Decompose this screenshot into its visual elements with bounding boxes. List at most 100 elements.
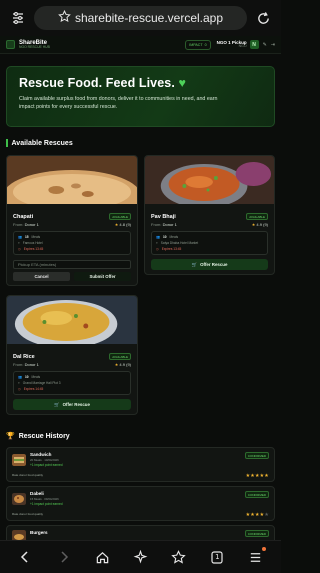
- people-icon: 👥: [156, 235, 160, 239]
- impact-points-text: +1 impact point earned: [30, 502, 63, 506]
- brand-tagline: NGO RESCUE HUB: [19, 44, 50, 49]
- quantity-unit: Meals: [31, 375, 41, 379]
- location-pin-icon: ⌖: [18, 241, 20, 245]
- expiry-row: ◷ Expires 13:45: [18, 246, 126, 252]
- cart-icon: 🛒: [54, 401, 60, 407]
- heart-icon: ♥: [178, 76, 187, 90]
- card-title: Pav Bhaji: [151, 213, 176, 220]
- pickup-eta-input[interactable]: Pickup ETA (minutes): [13, 260, 131, 269]
- confirmed-badge: CONFIRMED: [244, 530, 269, 537]
- expiry-row: ◷ Expires 14:45: [18, 386, 126, 392]
- ngo-info: NGO 1 Pickup NGO: [217, 40, 247, 49]
- quantity-value: 10: [162, 235, 167, 239]
- star-icon: ★: [114, 222, 119, 227]
- history-item-meta: 20 Meals · 10/04/2026: [30, 458, 59, 462]
- menu-icon[interactable]: [245, 546, 267, 568]
- rescue-card: Dal Rice AVAILABLE From: Donor 1 ★ 4.9 (…: [6, 295, 138, 415]
- history-item-name: Dabeli: [30, 491, 44, 496]
- history-item-name: Sandwich: [30, 452, 52, 457]
- ngo-role: NGO: [238, 44, 247, 48]
- impact-label: IMPACT: [189, 42, 203, 47]
- rescue-card: Chapati AVAILABLE From: Donor 1 ★ 4.8 (9…: [6, 155, 138, 286]
- card-title: Dal Rice: [13, 353, 35, 360]
- submit-offer-button[interactable]: Submit Offer: [74, 272, 131, 281]
- star-rating[interactable]: ★★★★★: [246, 473, 269, 479]
- logo-icon: [6, 40, 15, 49]
- expiry-text: Expires 13:45: [161, 247, 182, 251]
- expiry-row: ◷ Expires 13:45: [156, 246, 263, 252]
- donor-rating: ★ 4.8 (9): [115, 222, 131, 227]
- food-image: [7, 296, 137, 348]
- expiry-text: Expires 14:45: [23, 387, 44, 391]
- people-icon: 👥: [18, 375, 22, 379]
- history-item-name: Burgers: [30, 530, 48, 535]
- impact-badge: IMPACT 0: [185, 39, 211, 50]
- donor-name: Donor 1: [24, 362, 39, 367]
- back-icon[interactable]: [14, 546, 36, 568]
- sparkle-icon[interactable]: [129, 546, 151, 568]
- offer-rescue-button[interactable]: 🛒 Offer Rescue: [151, 259, 268, 270]
- rescue-card: Pav Bhaji AVAILABLE From: Donor 1 ★ 4.9 …: [144, 155, 275, 275]
- quantity-unit: Meals: [169, 235, 179, 239]
- hero-subtitle: Claim available surplus food from donors…: [19, 96, 218, 110]
- from-label: From:: [151, 222, 162, 227]
- rating-count: (9): [126, 222, 131, 227]
- donor-line: From: Donor 1: [13, 222, 39, 227]
- expiry-text: Expires 13:45: [23, 247, 44, 251]
- section-accent-bar: [6, 139, 8, 147]
- star-rating[interactable]: ★★★★★: [246, 512, 269, 518]
- rescue-history-heading: 🏆 Rescue History: [6, 432, 70, 441]
- clock-icon: ◷: [156, 247, 159, 251]
- donor-name: Donor 1: [162, 222, 177, 227]
- food-image: [7, 156, 137, 222]
- forward-icon[interactable]: [53, 546, 75, 568]
- edit-icon[interactable]: ✎: [263, 42, 267, 48]
- donor-line: From: Donor 1: [151, 222, 177, 227]
- offer-rescue-label: Offer Rescue: [62, 402, 90, 407]
- quantity-value: 15: [24, 235, 29, 239]
- notification-dot: [261, 547, 266, 551]
- food-image: [145, 156, 274, 208]
- donor-rating: ★ 4.9 (9): [115, 362, 131, 367]
- history-item-meta: 15 Meals · 09/04/2026: [30, 497, 59, 501]
- impact-points-text: +1 impact point earned: [30, 463, 63, 467]
- cancel-button[interactable]: Cancel: [13, 272, 70, 281]
- cart-icon: 🛒: [191, 261, 198, 267]
- tab-count: 1: [215, 553, 220, 561]
- settings-icon[interactable]: [8, 8, 28, 28]
- url-text: sharebite-rescue.vercel.app: [74, 11, 224, 25]
- reload-icon[interactable]: [253, 8, 273, 28]
- rate-donor-text: Rate donor food quality: [12, 512, 44, 516]
- location-pin-icon: ⌖: [156, 241, 158, 245]
- card-info-box: 👥 15 Meals ⌖ Famous Hotel ◷ Expires 13:45: [13, 231, 131, 255]
- history-item: Dabeli 15 Meals · 09/04/2026 +1 impact p…: [6, 486, 275, 521]
- confirmed-badge: CONFIRMED: [244, 491, 269, 498]
- rating-value: 4.8: [119, 222, 125, 227]
- rating-value: 4.9: [119, 362, 125, 367]
- trophy-icon: 🏆: [6, 433, 15, 440]
- location-text: Grand Marriage Hall Plot 3: [22, 381, 61, 385]
- tabs-icon[interactable]: 1: [206, 546, 228, 568]
- address-bar[interactable]: sharebite-rescue.vercel.app: [34, 6, 247, 30]
- location-text: Famous Hotel: [22, 241, 43, 245]
- confirmed-badge: CONFIRMED: [244, 452, 269, 459]
- home-icon[interactable]: [91, 546, 113, 568]
- card-info-box: 👥 10 Meals ⌖ Satya Dhaba Hotel Market ◷ Expi…: [151, 231, 268, 255]
- donor-name: Donor 1: [24, 222, 39, 227]
- avatar[interactable]: N: [249, 40, 259, 49]
- available-rescues-title: Available Rescues: [11, 139, 73, 147]
- from-label: From:: [13, 362, 24, 367]
- hero-banner: Rescue Food. Feed Lives. ♥ Claim availab…: [6, 66, 275, 127]
- from-label: From:: [13, 222, 24, 227]
- bookmarks-star-icon[interactable]: [168, 546, 190, 568]
- donor-rating: ★ 4.9 (9): [252, 222, 268, 227]
- offer-rescue-button[interactable]: 🛒 Offer Rescue: [13, 399, 131, 410]
- bookmark-star-icon[interactable]: [58, 9, 71, 26]
- rating-count: (9): [263, 222, 268, 227]
- card-title: Chapati: [13, 213, 34, 220]
- rating-value: 4.9: [256, 222, 262, 227]
- logout-icon[interactable]: ⇥: [271, 42, 275, 48]
- star-icon: ★: [251, 222, 256, 227]
- star-icon: ★: [114, 362, 119, 367]
- app-frame: sharebite-rescue.vercel.app ShareBite NG…: [0, 0, 281, 573]
